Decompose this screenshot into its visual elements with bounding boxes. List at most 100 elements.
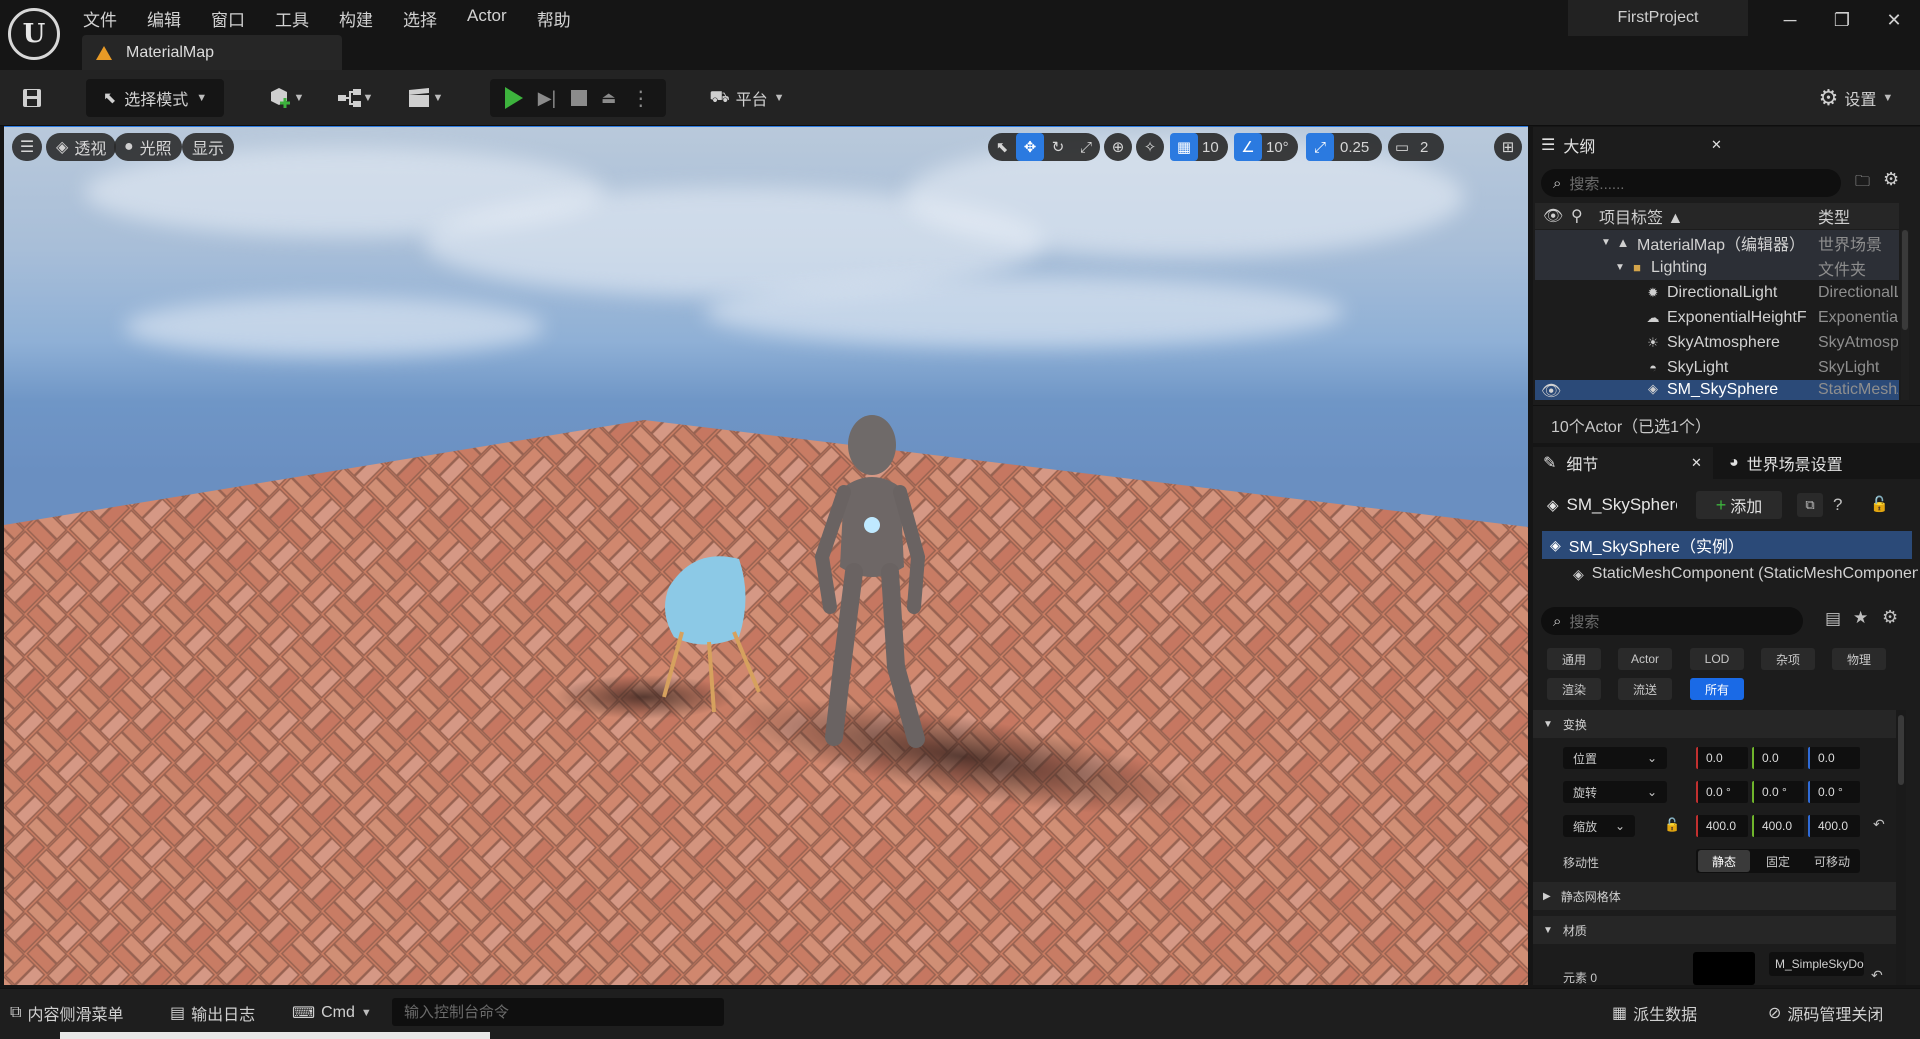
eye-icon[interactable]: 👁: [1543, 206, 1563, 226]
world-settings-tab[interactable]: ◕ 世界场景设置: [1729, 447, 1909, 479]
menu-build[interactable]: 构建: [324, 2, 388, 30]
mobility-stationary[interactable]: 固定: [1752, 850, 1804, 872]
details-tab[interactable]: ✎ 细节 ✕: [1533, 447, 1713, 479]
menu-select[interactable]: 选择: [388, 2, 452, 30]
mobility-static[interactable]: 静态: [1698, 850, 1750, 872]
close-icon[interactable]: ✕: [1868, 0, 1920, 40]
level-viewport[interactable]: ☰ ◈ 透视 ● 光照 显示 ⬉ ✥ ↻ ⤢ ⊕ ✧ ▦ 10 ∠ 10° ⤢ …: [4, 127, 1528, 985]
location-x[interactable]: 0.0: [1696, 747, 1748, 769]
select-tool-icon[interactable]: ⬉: [988, 133, 1016, 161]
rotation-y[interactable]: 0.0 °: [1752, 781, 1804, 803]
help-icon[interactable]: ?: [1833, 495, 1842, 515]
column-item-label[interactable]: 项目标签 ▲: [1599, 204, 1683, 228]
eject-icon[interactable]: ⏏: [601, 88, 616, 108]
minimize-icon[interactable]: ─: [1764, 0, 1816, 40]
viewport-menu-button[interactable]: ☰: [12, 133, 42, 161]
menu-file[interactable]: 文件: [68, 2, 132, 30]
derived-data-button[interactable]: ▦ 派生数据: [1612, 997, 1697, 1029]
restore-icon[interactable]: ❐: [1816, 0, 1868, 40]
blueprint-button[interactable]: ⧉: [1797, 493, 1823, 517]
menu-edit[interactable]: 编辑: [132, 2, 196, 30]
skip-icon[interactable]: ▶|: [538, 88, 557, 109]
rotation-z[interactable]: 0.0 °: [1808, 781, 1860, 803]
select-mode-dropdown[interactable]: ⬉ 选择模式 ▼: [86, 79, 224, 117]
close-icon[interactable]: ✕: [1691, 455, 1702, 471]
lock-icon[interactable]: 🔓: [1664, 817, 1680, 833]
menu-actor[interactable]: Actor: [452, 2, 522, 30]
location-dropdown[interactable]: 位置 ⌄: [1563, 747, 1667, 769]
outliner-row[interactable]: ☁ ExponentialHeightFog ExponentialHeight…: [1535, 305, 1899, 330]
material-picker[interactable]: M_SimpleSkyDome: [1769, 952, 1864, 976]
show-button[interactable]: 显示: [182, 133, 235, 161]
play-icon[interactable]: [505, 87, 524, 109]
outliner-scrollbar[interactable]: [1901, 230, 1909, 400]
filter-actor[interactable]: Actor: [1618, 648, 1672, 670]
surface-snap-button[interactable]: ✧: [1136, 133, 1164, 161]
outliner-search-input[interactable]: ⌕ 搜索......: [1541, 169, 1841, 197]
outliner-row[interactable]: ▼ ■ Lighting 文件夹: [1535, 255, 1899, 280]
outliner-row[interactable]: ☀ SkyAtmosphere SkyAtmosphere: [1535, 330, 1899, 355]
scale-dropdown[interactable]: 缩放 ⌄: [1563, 815, 1635, 837]
blueprint-button[interactable]: ▼: [330, 79, 380, 117]
output-log-button[interactable]: ▤ 输出日志: [170, 997, 255, 1029]
rotation-snap-button[interactable]: ∠ 10°: [1234, 133, 1298, 161]
mobility-movable[interactable]: 可移动: [1806, 850, 1858, 872]
console-command-input[interactable]: [392, 998, 724, 1026]
cinematics-button[interactable]: ▼: [400, 79, 450, 117]
layout-button[interactable]: ⊞: [1494, 133, 1522, 161]
camera-speed-button[interactable]: ▭ 2: [1388, 133, 1444, 161]
component-root-row[interactable]: ◈ SM_SkySphere（实例）: [1542, 531, 1912, 559]
collapse-arrow-icon[interactable]: ▼: [1615, 262, 1625, 273]
section-materials[interactable]: ▼ 材质: [1533, 916, 1901, 944]
scale-tool-icon[interactable]: ⤢: [1072, 133, 1100, 161]
component-child-row[interactable]: ◈ StaticMeshComponent (StaticMeshCompone…: [1573, 561, 1918, 587]
reset-icon[interactable]: ↶: [1873, 816, 1885, 833]
scrollbar-thumb[interactable]: [1902, 230, 1908, 330]
settings-dropdown[interactable]: ⚙ 设置 ▼: [1808, 79, 1904, 117]
platforms-dropdown[interactable]: ⛟ 平台 ▼: [704, 79, 790, 117]
details-scrollbar[interactable]: [1896, 710, 1906, 985]
lock-icon[interactable]: 🔓: [1870, 495, 1889, 513]
grid-snap-button[interactable]: ▦ 10: [1170, 133, 1228, 161]
filter-misc[interactable]: 杂项: [1761, 648, 1815, 670]
location-z[interactable]: 0.0: [1808, 747, 1860, 769]
source-control-button[interactable]: ⊘ 源码管理关闭: [1768, 997, 1883, 1029]
filter-lod[interactable]: LOD: [1690, 648, 1744, 670]
add-actor-button[interactable]: ▼: [262, 79, 310, 117]
close-icon[interactable]: ✕: [1711, 137, 1722, 153]
eye-icon[interactable]: 👁: [1541, 381, 1561, 400]
menu-tools[interactable]: 工具: [260, 2, 324, 30]
star-icon[interactable]: ★: [1853, 608, 1868, 628]
gear-icon[interactable]: ⚙: [1882, 607, 1898, 628]
column-type[interactable]: 类型: [1818, 204, 1850, 228]
details-search-input[interactable]: ⌕ 搜索: [1541, 607, 1803, 635]
filter-physics[interactable]: 物理: [1832, 648, 1886, 670]
translate-tool-icon[interactable]: ✥: [1016, 133, 1044, 161]
stop-icon[interactable]: [570, 90, 587, 106]
location-y[interactable]: 0.0: [1752, 747, 1804, 769]
outliner-tab[interactable]: ☰ 大纲 ✕: [1541, 129, 1722, 161]
filter-streaming[interactable]: 流送: [1618, 678, 1672, 700]
reset-icon[interactable]: ↶: [1871, 967, 1883, 984]
cmd-dropdown[interactable]: ⌨ Cmd ▼: [292, 997, 372, 1029]
rotate-tool-icon[interactable]: ↻: [1044, 133, 1072, 161]
table-view-icon[interactable]: ▤: [1825, 609, 1841, 629]
perspective-button[interactable]: ◈ 透视: [46, 133, 117, 161]
scrollbar-thumb[interactable]: [1898, 715, 1904, 785]
filter-all[interactable]: 所有: [1690, 678, 1744, 700]
menu-window[interactable]: 窗口: [196, 2, 260, 30]
filter-general[interactable]: 通用: [1547, 648, 1601, 670]
rotation-x[interactable]: 0.0 °: [1696, 781, 1748, 803]
filter-rendering[interactable]: 渲染: [1547, 678, 1601, 700]
content-drawer-button[interactable]: ⧉ 内容侧滑菜单: [10, 997, 123, 1029]
outliner-row[interactable]: ◓ SkyLight SkyLight: [1535, 355, 1899, 380]
actor-name-field[interactable]: ◈ SM_SkySphere: [1547, 495, 1677, 515]
unreal-logo-icon[interactable]: U: [8, 8, 60, 60]
new-folder-icon[interactable]: 🗀: [1855, 171, 1870, 196]
collapse-arrow-icon[interactable]: ▼: [1601, 237, 1611, 248]
section-static-mesh[interactable]: ▶ 静态网格体: [1533, 882, 1901, 910]
gear-icon[interactable]: ⚙: [1883, 169, 1899, 190]
pin-icon[interactable]: ⚲: [1571, 206, 1583, 226]
menu-help[interactable]: 帮助: [522, 2, 586, 30]
outliner-row-selected[interactable]: 👁 ◈ SM_SkySphere StaticMeshActor: [1535, 380, 1899, 400]
